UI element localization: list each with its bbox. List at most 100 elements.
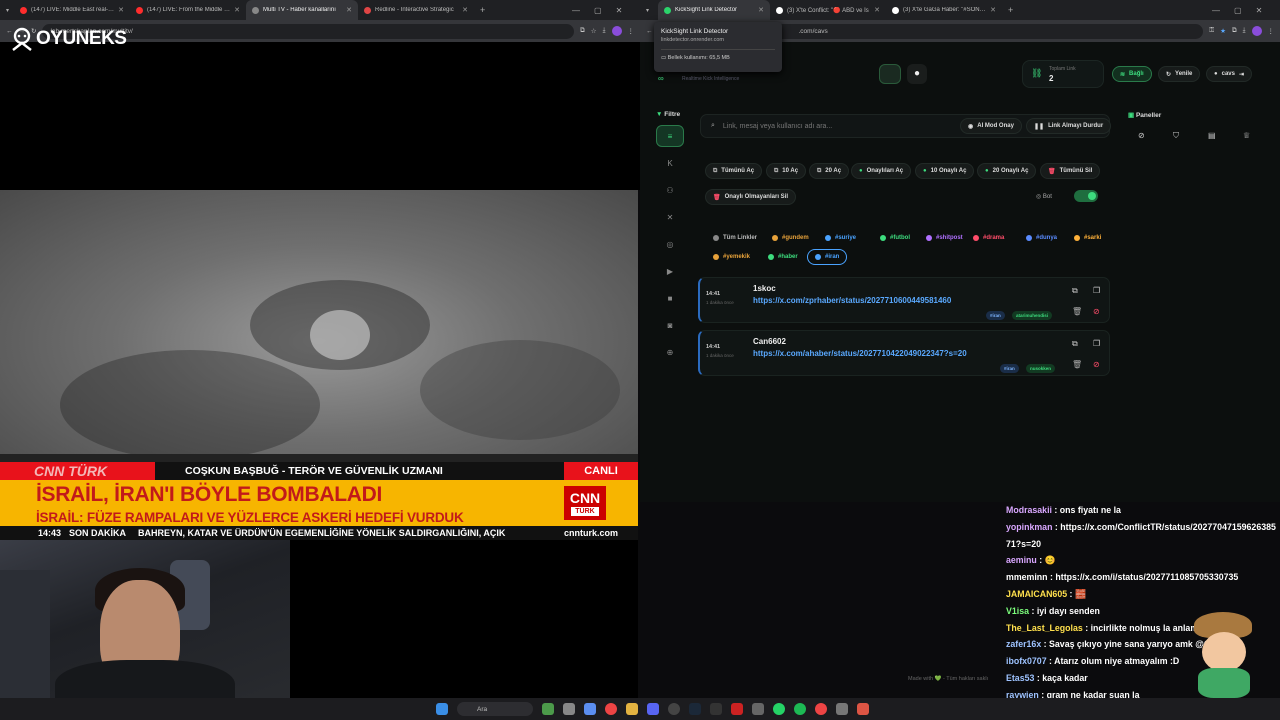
- tab-close-icon[interactable]: ✕: [346, 6, 352, 14]
- tab-close-icon[interactable]: ✕: [874, 6, 880, 14]
- trophy-panel-icon[interactable]: ♕: [1243, 131, 1250, 140]
- tag-filter[interactable]: Tüm Linkler: [705, 230, 765, 246]
- explorer-icon[interactable]: [626, 703, 638, 715]
- spotify-icon[interactable]: [794, 703, 806, 715]
- terminal-icon[interactable]: [710, 703, 722, 715]
- task-view-icon[interactable]: [563, 703, 575, 715]
- whatsapp-icon[interactable]: [773, 703, 785, 715]
- right_browser-tab[interactable]: (3) X'te GaGa Haber: "#SONDA ✕: [886, 0, 1002, 20]
- tag-filter[interactable]: #sarki: [1066, 230, 1109, 246]
- widgets-icon[interactable]: [542, 703, 554, 715]
- left_browser-tab[interactable]: (147) LIVE: From the Middle Ea ✕: [130, 0, 246, 20]
- tab-close-icon[interactable]: ✕: [758, 6, 764, 14]
- stop-links-button[interactable]: ❚❚ Link Almayı Durdur: [1026, 118, 1112, 134]
- discord-icon[interactable]: [647, 703, 659, 715]
- chrome-icon[interactable]: [605, 703, 617, 715]
- link-url[interactable]: https://x.com/ahaber/status/202771042204…: [753, 349, 967, 358]
- bot-toggle[interactable]: [1074, 190, 1098, 202]
- filter-x-button[interactable]: ✕: [656, 206, 684, 228]
- right_browser-tab[interactable]: KickSight Link Detector ✕: [658, 0, 770, 20]
- tab-close-icon[interactable]: ✕: [118, 6, 124, 14]
- bookmark-star-icon[interactable]: ☆: [591, 27, 597, 35]
- refresh-button[interactable]: ↻ Yenile: [1158, 66, 1201, 82]
- link-card[interactable]: 14:41 1 dakika önce 1skoc https://x.com/zpr…: [698, 277, 1110, 323]
- filter-all-button[interactable]: ≡: [656, 125, 684, 147]
- right-browser-menu-icon[interactable]: ▾: [640, 0, 658, 20]
- filter-users-button[interactable]: ⚇: [656, 179, 684, 201]
- right-more-icon[interactable]: ⋮: [1268, 27, 1275, 35]
- extensions-icon[interactable]: ⧉: [580, 27, 585, 35]
- chrome-alt-icon[interactable]: [815, 703, 827, 715]
- block-panel-icon[interactable]: ⊘: [1138, 131, 1145, 140]
- tag-filter[interactable]: #futbol: [872, 230, 918, 246]
- tag-filter[interactable]: #yemekik: [705, 249, 758, 265]
- copy-link-icon[interactable]: ❐: [1093, 339, 1100, 348]
- ai-mod-button[interactable]: ◉ AI Mod Onay: [960, 118, 1022, 134]
- archive-panel-icon[interactable]: ▤: [1208, 131, 1216, 140]
- tag-filter[interactable]: #gundem: [764, 230, 817, 246]
- right-maximize-icon[interactable]: ▢: [1234, 6, 1242, 15]
- tag-filter[interactable]: #suriye: [817, 230, 864, 246]
- tab-close-icon[interactable]: ✕: [990, 6, 996, 14]
- app-pink-icon[interactable]: [857, 703, 869, 715]
- taskbar-search[interactable]: Ara: [457, 702, 533, 716]
- profile-icon[interactable]: [611, 26, 622, 36]
- filter-web-button[interactable]: ⊕: [656, 341, 684, 363]
- right_browser-tab[interactable]: (3) X'te Conflict: "🔴 ABD ve İs ✕: [770, 0, 886, 20]
- app-grid-icon[interactable]: [836, 703, 848, 715]
- action-button[interactable]: ● 20 Onaylı Aç: [977, 163, 1037, 179]
- right-extensions-icon[interactable]: ⧉: [1232, 27, 1237, 35]
- steam-icon[interactable]: [689, 703, 701, 715]
- right-key-icon[interactable]: ⚿: [1209, 27, 1214, 35]
- news-video-frame[interactable]: [0, 190, 638, 465]
- app-red-icon[interactable]: [731, 703, 743, 715]
- left_browser-tab[interactable]: (147) LIVE: Middle East real-tim ✕: [14, 0, 130, 20]
- tab-close-icon[interactable]: ✕: [234, 6, 240, 14]
- right-star-icon[interactable]: ★: [1220, 27, 1226, 35]
- open-link-icon[interactable]: ⧉: [1072, 339, 1078, 349]
- open-link-icon[interactable]: ⧉: [1072, 286, 1078, 296]
- action-button[interactable]: ⧉ 10 Aç: [766, 163, 807, 179]
- new-tab-button[interactable]: +: [474, 0, 491, 20]
- more-menu-icon[interactable]: ⋮: [628, 27, 635, 35]
- block-user-icon[interactable]: ⊘: [1093, 307, 1100, 316]
- filter-youtube-button[interactable]: ▶: [656, 260, 684, 282]
- user-button[interactable]: ● cavs ⇥: [1206, 66, 1253, 82]
- tag-filter[interactable]: #iran: [807, 249, 848, 265]
- filter-kick-button[interactable]: K: [656, 152, 684, 174]
- obs-icon[interactable]: [668, 703, 680, 715]
- right-download-icon[interactable]: ⤓: [1243, 27, 1246, 35]
- minimize-icon[interactable]: —: [572, 6, 580, 15]
- action-button[interactable]: ● 10 Onaylı Aç: [915, 163, 975, 179]
- tag-filter[interactable]: #shitpost: [918, 230, 971, 246]
- action-button[interactable]: ⧉ Tümünü Aç: [705, 163, 763, 179]
- right-back-icon[interactable]: ←: [646, 28, 653, 35]
- right-new-tab-button[interactable]: +: [1002, 0, 1019, 20]
- right-minimize-icon[interactable]: —: [1212, 6, 1220, 15]
- link-url[interactable]: https://x.com/zprhaber/status/2027710600…: [753, 296, 951, 305]
- left_browser-tab[interactable]: Redline - Interactive Strategic ✕: [358, 0, 474, 20]
- filter-video-button[interactable]: ■: [656, 287, 684, 309]
- kick-avatar-icon[interactable]: [879, 64, 901, 84]
- browser-menu-icon[interactable]: ▾: [0, 0, 14, 20]
- delete-unapproved-button[interactable]: 🗑 Onaylı Olmayanları Sil: [705, 189, 796, 205]
- close-icon[interactable]: ✕: [616, 6, 623, 15]
- download-icon[interactable]: ⤓: [603, 27, 606, 35]
- connected-button[interactable]: ≋ Bağlı: [1112, 66, 1152, 82]
- filter-camera-button[interactable]: ◙: [656, 314, 684, 336]
- action-button[interactable]: ● Onaylıları Aç: [851, 163, 912, 179]
- copilot-icon[interactable]: [584, 703, 596, 715]
- tag-filter[interactable]: #haber: [760, 249, 806, 265]
- action-button[interactable]: ⧉ 20 Aç: [809, 163, 850, 179]
- bot-avatar-icon[interactable]: ●: [907, 64, 927, 84]
- left_browser-tab[interactable]: Multi TV - Haber kanallarını ✕: [246, 0, 358, 20]
- delete-link-icon[interactable]: 🗑: [1072, 360, 1082, 369]
- maximize-icon[interactable]: ▢: [594, 6, 602, 15]
- block-user-icon[interactable]: ⊘: [1093, 360, 1100, 369]
- windows-start-icon[interactable]: [436, 703, 448, 715]
- shield-panel-icon[interactable]: ⛉: [1173, 131, 1179, 141]
- app-gear-icon[interactable]: [752, 703, 764, 715]
- tag-filter[interactable]: #dunya: [1018, 230, 1065, 246]
- right-close-icon[interactable]: ✕: [1256, 6, 1263, 15]
- tab-close-icon[interactable]: ✕: [462, 6, 468, 14]
